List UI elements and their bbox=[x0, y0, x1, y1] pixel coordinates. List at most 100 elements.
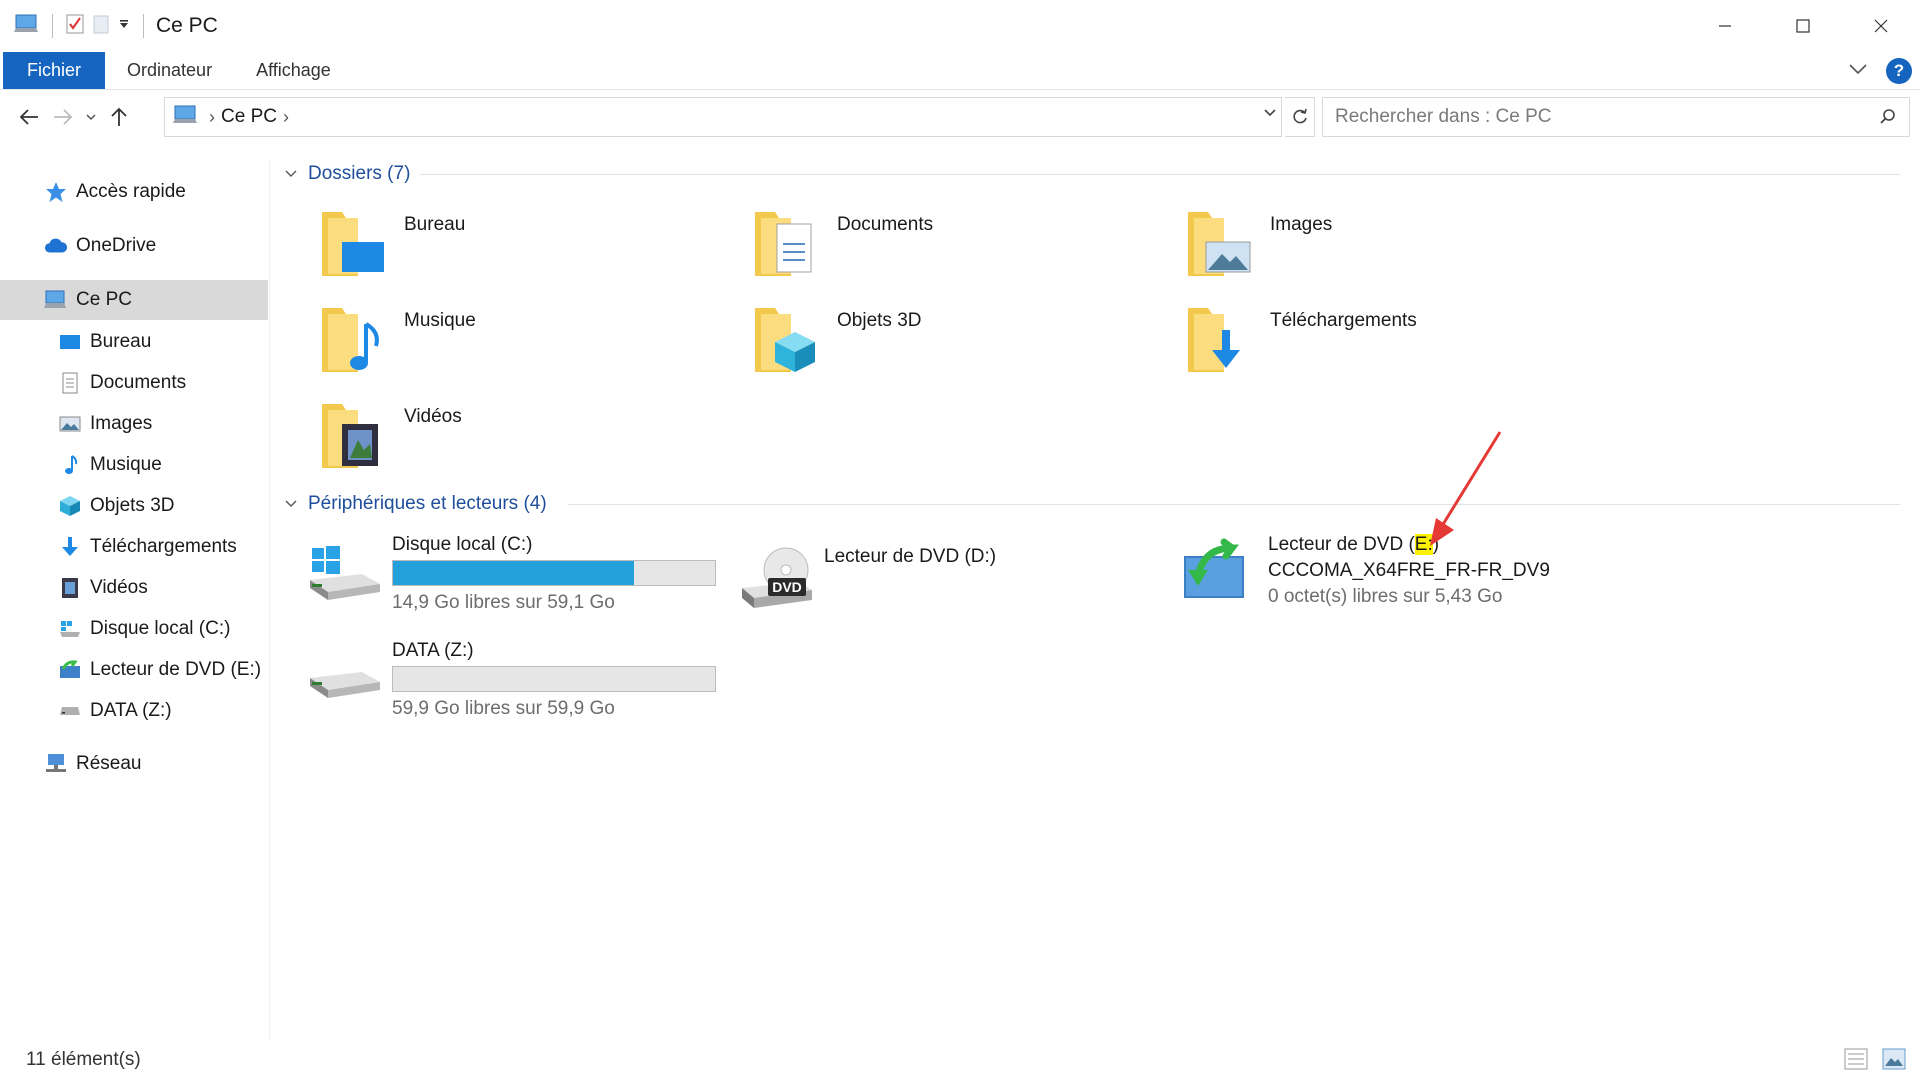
minimize-icon bbox=[1719, 25, 1731, 27]
drive-tile-c[interactable]: Disque local (C:) 14,9 Go libres sur 59,… bbox=[306, 534, 716, 614]
refresh-icon bbox=[1292, 108, 1307, 124]
breadcrumb-separator-icon[interactable]: › bbox=[283, 107, 289, 128]
sidebar-item-data-z[interactable]: DATA (Z:) bbox=[0, 691, 268, 731]
sidebar-item-label: Ce PC bbox=[76, 289, 132, 310]
document-icon bbox=[58, 372, 82, 394]
group-header-peripheriques[interactable]: Périphériques et lecteurs (4) bbox=[284, 490, 547, 518]
desktop-icon bbox=[58, 331, 82, 353]
window-controls bbox=[1686, 0, 1920, 52]
details-view-button[interactable] bbox=[1844, 1048, 1868, 1075]
group-header-dossiers[interactable]: Dossiers (7) bbox=[284, 160, 410, 188]
details-view-icon bbox=[1844, 1048, 1868, 1070]
sidebar-item-disque-local-c[interactable]: Disque local (C:) bbox=[0, 609, 268, 649]
computer-icon bbox=[44, 289, 68, 311]
close-icon bbox=[1874, 19, 1888, 33]
folder-label: Documents bbox=[837, 214, 934, 235]
address-bar[interactable]: › Ce PC › bbox=[164, 97, 1282, 137]
sidebar-item-bureau[interactable]: Bureau bbox=[0, 322, 268, 362]
sidebar-item-label: OneDrive bbox=[76, 235, 157, 256]
folder-label: Bureau bbox=[404, 214, 466, 235]
sidebar-item-reseau[interactable]: Réseau bbox=[0, 744, 268, 784]
drive-info: Disque local (C:) 14,9 Go libres sur 59,… bbox=[392, 534, 716, 614]
address-history-dropdown[interactable] bbox=[1263, 106, 1277, 124]
folder-tile-musique[interactable]: Musique bbox=[318, 300, 476, 376]
view-toggle-group bbox=[1844, 1048, 1906, 1075]
sidebar-item-objets-3d[interactable]: Objets 3D bbox=[0, 486, 268, 526]
folder-tile-videos[interactable]: Vidéos bbox=[318, 396, 462, 472]
music-icon bbox=[58, 454, 82, 476]
sidebar-item-label: DATA (Z:) bbox=[90, 700, 172, 721]
folder-images-icon bbox=[1188, 212, 1251, 276]
file-explorer-window: Ce PC Fichier Ordinateur Affichage ? › C… bbox=[0, 0, 1920, 1080]
properties-icon[interactable] bbox=[65, 13, 85, 40]
sidebar-item-label: Objets 3D bbox=[90, 495, 175, 516]
large-icons-view-button[interactable] bbox=[1882, 1048, 1906, 1075]
dvd-drive-icon: DVD bbox=[742, 547, 812, 608]
expand-ribbon-button[interactable] bbox=[1848, 62, 1868, 80]
capacity-bar-fill bbox=[393, 561, 634, 585]
dvd-install-icon bbox=[58, 659, 82, 681]
drive-tile-d[interactable]: DVD Lecteur de DVD (D:) bbox=[738, 544, 996, 616]
forward-button[interactable] bbox=[46, 100, 80, 134]
sidebar-item-label: Disque local (C:) bbox=[90, 618, 231, 639]
sidebar-item-lecteur-dvd-e[interactable]: Lecteur de DVD (E:) bbox=[0, 650, 268, 690]
drive-name: Lecteur de DVD (D:) bbox=[824, 546, 997, 567]
folder-tile-telechargements[interactable]: Téléchargements bbox=[1184, 300, 1417, 376]
sidebar-item-musique[interactable]: Musique bbox=[0, 445, 268, 485]
search-input[interactable] bbox=[1335, 106, 1855, 128]
close-button[interactable] bbox=[1842, 0, 1920, 52]
sidebar-item-videos[interactable]: Vidéos bbox=[0, 568, 268, 608]
folder-tile-bureau[interactable]: Bureau bbox=[318, 204, 465, 280]
tab-affichage[interactable]: Affichage bbox=[234, 52, 353, 89]
folder-desktop-icon bbox=[322, 212, 384, 276]
folder-documents-icon bbox=[755, 212, 812, 276]
chevron-down-icon bbox=[284, 493, 298, 515]
drive-icon bbox=[58, 700, 82, 722]
dvd-install-icon bbox=[1184, 538, 1244, 598]
customize-toolbar-icon[interactable] bbox=[117, 17, 131, 35]
minimize-button[interactable] bbox=[1686, 0, 1764, 52]
drive-icon bbox=[310, 672, 380, 698]
breadcrumb-ce-pc[interactable]: Ce PC bbox=[221, 106, 277, 128]
help-button[interactable]: ? bbox=[1886, 58, 1912, 84]
folder-tile-documents[interactable]: Documents bbox=[751, 204, 933, 280]
video-icon bbox=[58, 577, 82, 599]
status-bar: 11 élément(s) bbox=[0, 1040, 1920, 1080]
maximize-button[interactable] bbox=[1764, 0, 1842, 52]
folder-tile-objets-3d[interactable]: Objets 3D bbox=[751, 300, 921, 376]
sidebar-item-ce-pc[interactable]: Ce PC bbox=[0, 280, 268, 320]
group-divider bbox=[420, 174, 1900, 175]
up-button[interactable] bbox=[102, 100, 136, 134]
tab-ordinateur[interactable]: Ordinateur bbox=[105, 52, 234, 89]
drive-name: Disque local (C:) bbox=[392, 534, 533, 555]
sidebar-item-label: Documents bbox=[90, 372, 187, 393]
sidebar-item-acces-rapide[interactable]: Accès rapide bbox=[0, 172, 268, 212]
annotation-arrow bbox=[1430, 431, 1502, 546]
computer-icon bbox=[173, 104, 199, 131]
folder-tile-images[interactable]: Images bbox=[1184, 204, 1332, 280]
drive-free-space: 14,9 Go libres sur 59,1 Go bbox=[392, 592, 615, 613]
arrow-left-icon bbox=[19, 109, 38, 125]
back-button[interactable] bbox=[12, 100, 46, 134]
folder-video-icon bbox=[322, 404, 378, 468]
sidebar-item-documents[interactable]: Documents bbox=[0, 363, 268, 403]
large-icons-view-icon bbox=[1882, 1048, 1906, 1070]
refresh-button[interactable] bbox=[1285, 97, 1315, 137]
divider bbox=[143, 14, 144, 38]
divider bbox=[52, 14, 53, 38]
tab-fichier[interactable]: Fichier bbox=[3, 52, 106, 89]
sidebar-item-telechargements[interactable]: Téléchargements bbox=[0, 527, 268, 567]
cloud-icon bbox=[44, 235, 68, 257]
quick-access-toolbar bbox=[14, 13, 150, 40]
sidebar-item-onedrive[interactable]: OneDrive bbox=[0, 226, 268, 266]
folder-3d-icon bbox=[755, 308, 815, 372]
computer-icon bbox=[14, 13, 40, 40]
search-box[interactable] bbox=[1322, 97, 1910, 137]
new-folder-icon[interactable] bbox=[91, 13, 111, 40]
group-title: Périphériques et lecteurs (4) bbox=[308, 493, 547, 514]
sidebar-item-images[interactable]: Images bbox=[0, 404, 268, 444]
search-icon[interactable] bbox=[1879, 108, 1897, 131]
sidebar-item-label: Images bbox=[90, 413, 153, 434]
drive-tile-z[interactable]: DATA (Z:) 59,9 Go libres sur 59,9 Go bbox=[306, 640, 716, 720]
recent-locations-button[interactable] bbox=[80, 100, 102, 134]
